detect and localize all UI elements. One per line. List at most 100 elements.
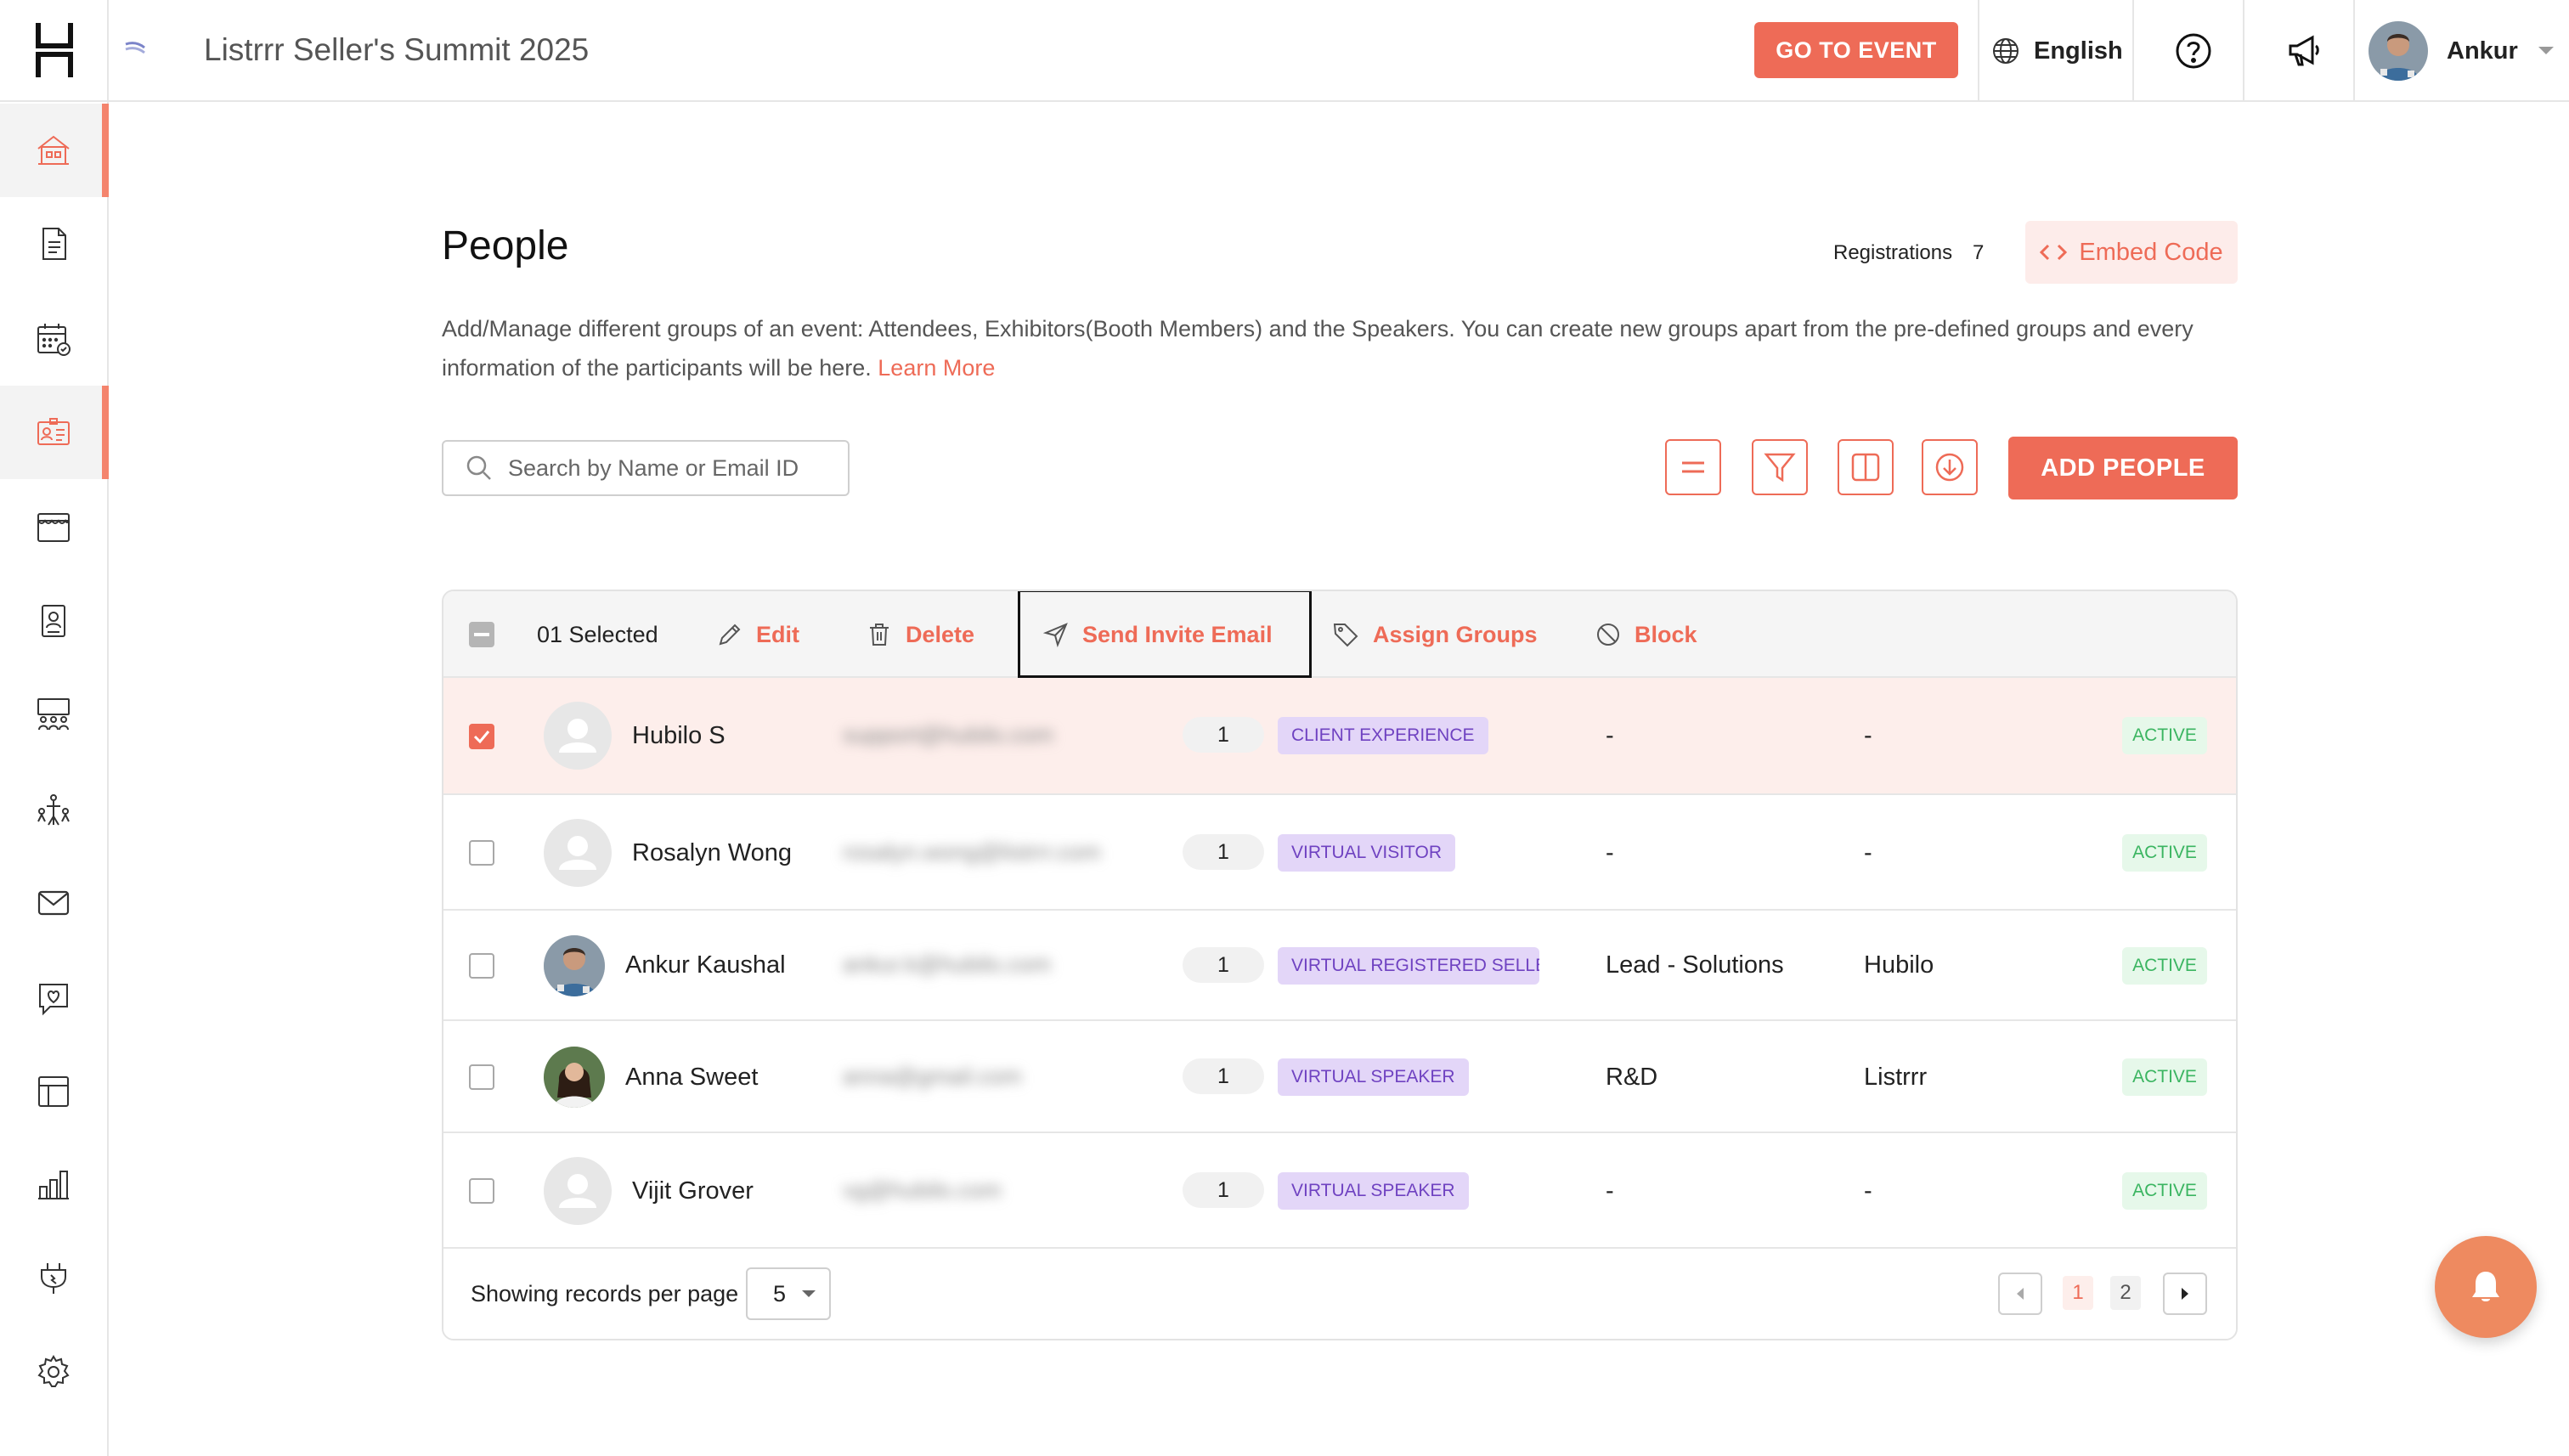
search-input[interactable] xyxy=(508,454,831,482)
group-badge: VIRTUAL VISITOR xyxy=(1278,834,1455,872)
language-label: English xyxy=(2034,37,2123,65)
person-name[interactable]: Ankur Kaushal xyxy=(625,951,786,979)
user-placeholder-icon xyxy=(559,1174,596,1208)
learn-more-link[interactable]: Learn More xyxy=(878,355,995,381)
person-name[interactable]: Vijit Grover xyxy=(632,1177,754,1205)
people-icon xyxy=(37,418,70,445)
session-count: 1 xyxy=(1183,1058,1264,1094)
person-email: support@hubilo.com xyxy=(843,722,1054,748)
sidebar-item-badges[interactable] xyxy=(0,574,107,668)
block-action[interactable]: Block xyxy=(1595,591,1697,678)
add-people-button[interactable]: ADD PEOPLE xyxy=(2008,437,2238,499)
row-checkbox[interactable] xyxy=(469,1064,494,1090)
filter-button[interactable] xyxy=(1752,439,1808,495)
help-button[interactable] xyxy=(2173,31,2214,71)
records-per-page-label: Showing records per page xyxy=(471,1281,739,1306)
user-menu[interactable]: Ankur xyxy=(2369,0,2555,102)
language-selector[interactable]: English xyxy=(1991,0,2123,102)
header-divider xyxy=(2243,0,2244,102)
engagement-icon xyxy=(39,984,68,1016)
select-all-checkbox[interactable] xyxy=(469,622,494,647)
go-to-event-button[interactable]: GO TO EVENT xyxy=(1754,22,1958,78)
sidebar-item-overview[interactable] xyxy=(0,197,107,291)
event-title: Listrrr Seller's Summit 2025 xyxy=(204,32,590,67)
notifications-button[interactable] xyxy=(2435,1236,2537,1338)
hubilo-logo[interactable] xyxy=(0,0,109,102)
search-box[interactable] xyxy=(442,440,850,496)
settings-icon xyxy=(37,1355,70,1387)
table-row[interactable]: Ankur Kaushal ankur.k@hubilo.com 1 VIRTU… xyxy=(443,911,2236,1021)
table-row[interactable]: Rosalyn Wong rosalyn.wong@listrrr.com 1 … xyxy=(443,795,2236,911)
group-badge: CLIENT EXPERIENCE xyxy=(1278,717,1488,754)
row-checkbox[interactable] xyxy=(469,840,494,866)
person-name[interactable]: Rosalyn Wong xyxy=(632,839,792,867)
table-row[interactable]: Anna Sweet anna@gmail.com 1 VIRTUAL SPEA… xyxy=(443,1021,2236,1133)
send-invite-email-action[interactable]: Send Invite Email xyxy=(1043,591,1273,678)
event-logo-icon xyxy=(125,42,145,54)
embed-code-label: Embed Code xyxy=(2079,238,2223,266)
assign-groups-action[interactable]: Assign Groups xyxy=(1332,591,1538,678)
designation: - xyxy=(1606,722,1614,749)
sidebar-item-communications[interactable] xyxy=(0,856,107,950)
page-number[interactable]: 2 xyxy=(2110,1276,2141,1310)
columns-button[interactable] xyxy=(1838,439,1894,495)
sidebar-item-people[interactable] xyxy=(0,386,109,479)
organisation: - xyxy=(1864,1177,1872,1205)
session-count: 1 xyxy=(1183,1172,1264,1208)
menu-button[interactable] xyxy=(1665,439,1721,495)
records-per-page-select[interactable]: 5 xyxy=(746,1267,831,1320)
calendar-icon xyxy=(37,324,71,356)
status-badge: ACTIVE xyxy=(2122,947,2207,985)
event-logo xyxy=(124,41,192,61)
sidebar-item-rooms[interactable] xyxy=(0,668,107,761)
next-page-button[interactable] xyxy=(2163,1273,2207,1315)
sidebar-item-home[interactable] xyxy=(0,104,109,197)
audience-icon xyxy=(37,698,70,731)
person-email: ankur.k@hubilo.com xyxy=(843,951,1052,977)
announcements-button[interactable] xyxy=(2284,31,2324,71)
avatar xyxy=(544,1157,612,1225)
embed-code-button[interactable]: Embed Code xyxy=(2025,221,2238,284)
sidebar-item-settings[interactable] xyxy=(0,1325,107,1419)
user-placeholder-icon xyxy=(559,836,596,870)
person-email: rosalyn.wong@listrrr.com xyxy=(843,839,1101,865)
trash-icon xyxy=(870,624,889,646)
sidebar-item-analytics[interactable] xyxy=(0,1138,107,1232)
sidebar-item-networking[interactable] xyxy=(0,763,107,856)
table-row[interactable]: Vijit Grover vg@hubilo.com 1 VIRTUAL SPE… xyxy=(443,1133,2236,1249)
networking-icon xyxy=(37,794,70,826)
filter-icon xyxy=(1764,453,1796,483)
prev-page-button[interactable] xyxy=(1998,1273,2042,1315)
top-header: Listrrr Seller's Summit 2025 GO TO EVENT… xyxy=(109,0,2569,102)
sidebar-item-design[interactable] xyxy=(0,1045,107,1138)
row-checkbox[interactable] xyxy=(469,1178,494,1204)
avatar xyxy=(544,702,612,770)
person-name[interactable]: Anna Sweet xyxy=(625,1064,758,1092)
person-name[interactable]: Hubilo S xyxy=(632,722,726,750)
block-icon xyxy=(1597,624,1619,646)
home-icon xyxy=(37,135,70,165)
menu-icon xyxy=(1682,461,1704,473)
table-row[interactable]: Hubilo S support@hubilo.com 1 CLIENT EXP… xyxy=(443,678,2236,795)
sidebar-item-engagement[interactable] xyxy=(0,951,107,1045)
person-email: vg@hubilo.com xyxy=(843,1177,1002,1203)
bulk-action-bar: 01 Selected Edit Delete Send Invite Emai… xyxy=(443,591,2236,678)
page-number-current[interactable]: 1 xyxy=(2063,1276,2093,1310)
profile-photo xyxy=(544,935,605,996)
caret-right-icon xyxy=(2182,1288,2188,1300)
row-checkbox[interactable] xyxy=(469,724,494,749)
row-checkbox[interactable] xyxy=(469,953,494,979)
sidebar-item-agenda[interactable] xyxy=(0,292,107,386)
code-icon xyxy=(2040,244,2068,261)
sidebar-item-integrations[interactable] xyxy=(0,1232,107,1325)
registrations-count: 7 xyxy=(1973,241,1985,264)
sidebar-item-booths[interactable] xyxy=(0,481,107,574)
selected-count: 01 Selected xyxy=(537,621,658,647)
edit-action[interactable]: Edit xyxy=(717,591,799,678)
badge-icon xyxy=(42,605,65,637)
download-button[interactable] xyxy=(1922,439,1978,495)
block-label: Block xyxy=(1635,621,1697,647)
delete-action[interactable]: Delete xyxy=(867,591,974,678)
mail-icon xyxy=(37,890,70,916)
selection-status[interactable]: 01 Selected xyxy=(469,591,658,678)
